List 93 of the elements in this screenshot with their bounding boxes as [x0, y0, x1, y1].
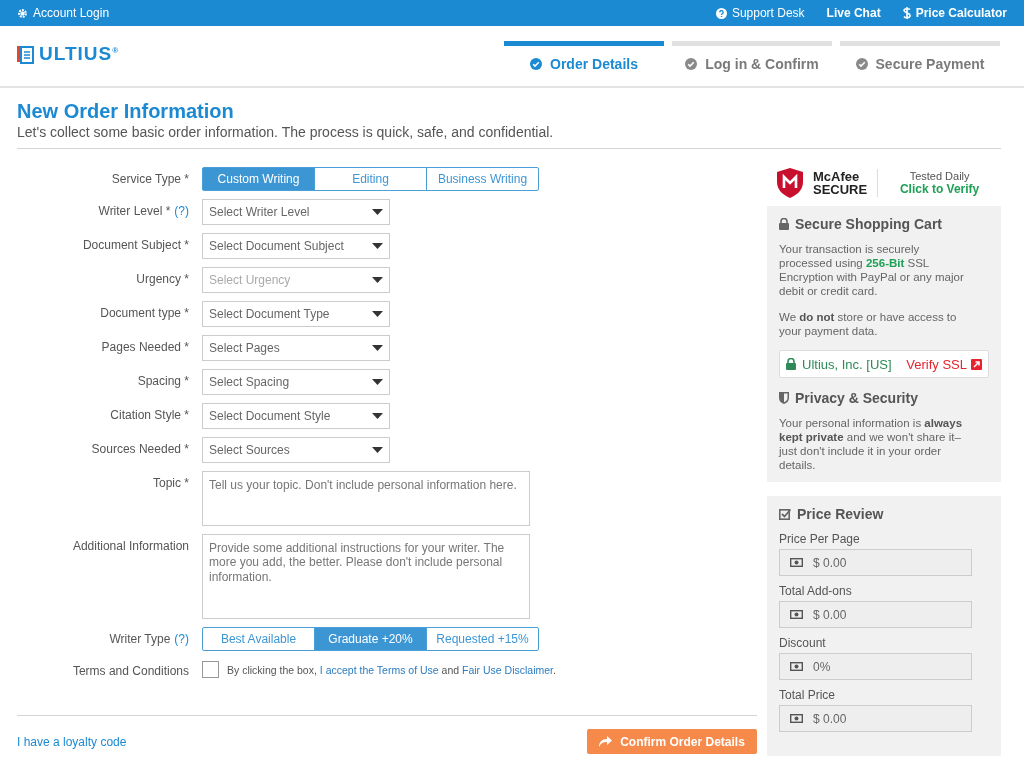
segment-button[interactable]: Custom Writing — [202, 167, 315, 191]
field-label: Citation Style * — [110, 408, 189, 422]
caret-icon — [372, 277, 383, 283]
loyalty-code-link[interactable]: I have a loyalty code — [17, 734, 127, 749]
field-label: Sources Needed * — [91, 442, 189, 456]
price-field: $ 0.00 — [779, 601, 972, 629]
panel-text: We do not store or have access to your payment data. — [779, 310, 958, 339]
top-bar-link[interactable]: Support Desk — [715, 6, 805, 20]
price-label: Total Add-ons — [779, 584, 853, 599]
select-field[interactable]: Select Pages — [202, 335, 390, 361]
money-icon — [790, 662, 803, 672]
step-tab[interactable]: Secure Payment — [840, 41, 1000, 77]
panel-title: Price Review — [779, 506, 989, 523]
page-subtitle: Let's collect some basic order information. The process is quick, safe, and confidential. — [17, 124, 555, 140]
caret-icon — [372, 243, 383, 249]
step-tab[interactable]: Order Details — [504, 41, 664, 77]
caret-icon — [372, 345, 383, 351]
select-field[interactable]: Select Writer Level — [202, 199, 390, 225]
brand-tagline: SECURE — [813, 183, 868, 196]
money-icon — [790, 714, 803, 724]
shield-logo-icon — [777, 168, 803, 198]
select-field[interactable]: Select Sources — [202, 437, 390, 463]
logo[interactable]: ULTIUS$^{®}$ — [17, 26, 120, 86]
check-circle-icon — [530, 57, 543, 70]
field-label: Spacing * — [137, 374, 189, 388]
field-label: Terms and Conditions — [72, 664, 189, 678]
select-field[interactable]: Select Spacing — [202, 369, 390, 395]
ssl-badge[interactable]: Ultius, Inc. [US] Verify SSL — [779, 350, 989, 379]
help-link[interactable]: (?) — [174, 632, 189, 646]
logo-icon — [17, 44, 37, 64]
panel-title: Privacy & Security — [779, 390, 989, 407]
segment-button[interactable]: Editing — [314, 167, 427, 191]
lock-icon — [786, 358, 796, 371]
segment-button[interactable]: Requested +15% — [426, 627, 539, 651]
check-circle-icon — [685, 57, 698, 70]
select-field[interactable]: Select Document Subject — [202, 233, 390, 259]
field-label: Service Type * — [111, 172, 189, 186]
field-label: Document type * — [100, 306, 189, 320]
gear-icon — [17, 7, 28, 19]
caret-icon — [372, 209, 383, 215]
price-label: Price Per Page — [779, 532, 861, 547]
help-link[interactable]: (?) — [174, 204, 189, 218]
segment-button[interactable]: Graduate +20% — [314, 627, 427, 651]
caret-icon — [372, 413, 383, 419]
price-label: Discount — [779, 636, 827, 651]
confirm-button[interactable]: Confirm Order Details — [587, 729, 757, 754]
field-label: Writer Level * — [98, 204, 171, 218]
checkbox-checked-icon — [779, 508, 791, 521]
page-title: New Order Information — [17, 100, 235, 123]
text-area[interactable]: Tell us your topic. Don't include personal information here. — [202, 471, 530, 526]
select-field[interactable]: Select Document Type — [202, 301, 390, 327]
brand-name: McAfee — [813, 170, 861, 183]
check-circle-icon — [855, 57, 868, 70]
field-label: Urgency * — [136, 272, 189, 286]
disclaimer-link[interactable]: Fair Use Disclaimer — [462, 663, 554, 676]
text-area[interactable]: Provide some additional instructions for your writer. The more you add, the better. Please don't include personal information. — [202, 534, 530, 619]
top-bar-link[interactable]: Live Chat — [826, 6, 881, 20]
field-label: Pages Needed * — [101, 340, 189, 354]
dollar-icon — [902, 7, 911, 19]
account-login-link[interactable]: Account Login — [17, 6, 110, 20]
panel-text: Your transaction is securely processed using 256-Bit SSL Encryption with PayPal or any major debit or credit card. — [779, 242, 965, 299]
panel-text: Your personal information is always kept private and we won't share it–just don't include it in your order details. — [779, 416, 964, 473]
top-bar-link[interactable]: Price Calculator — [902, 6, 1007, 20]
lock-icon — [779, 218, 789, 230]
field-label: Topic * — [152, 476, 189, 490]
caret-icon — [372, 447, 383, 453]
checkbox[interactable] — [202, 661, 219, 678]
terms-link[interactable]: I accept the Terms of Use — [319, 663, 439, 676]
step-tab[interactable]: Log in & Confirm — [672, 41, 832, 77]
money-icon — [790, 610, 803, 620]
price-field: $ 0.00 — [779, 549, 972, 577]
share-arrow-icon — [599, 736, 613, 747]
verify-ssl-link[interactable]: Verify SSL — [906, 356, 982, 372]
money-icon — [790, 558, 803, 568]
help-icon — [715, 7, 727, 19]
segment-button[interactable]: Business Writing — [426, 167, 539, 191]
panel-title: Secure Shopping Cart — [779, 216, 989, 232]
verify-link[interactable]: Click to Verify — [899, 182, 980, 196]
field-label: Additional Information — [72, 539, 189, 553]
price-field: 0% — [779, 653, 972, 681]
field-label: Document Subject * — [82, 238, 189, 252]
field-label: Writer Type — [109, 632, 171, 646]
tested-daily-text: Tested Daily — [909, 170, 970, 182]
caret-icon — [372, 379, 383, 385]
ssl-company: Ultius, Inc. [US] — [802, 356, 892, 372]
select-field[interactable]: Select Document Style — [202, 403, 390, 429]
caret-icon — [372, 311, 383, 317]
segment-button[interactable]: Best Available — [202, 627, 315, 651]
external-link-icon — [971, 358, 982, 370]
terms-text: By clicking the box, I accept the Terms of Use and Fair Use Disclaimer. — [227, 663, 556, 676]
price-field: $ 0.00 — [779, 705, 972, 733]
shield-icon — [779, 392, 789, 405]
price-label: Total Price — [779, 688, 837, 703]
